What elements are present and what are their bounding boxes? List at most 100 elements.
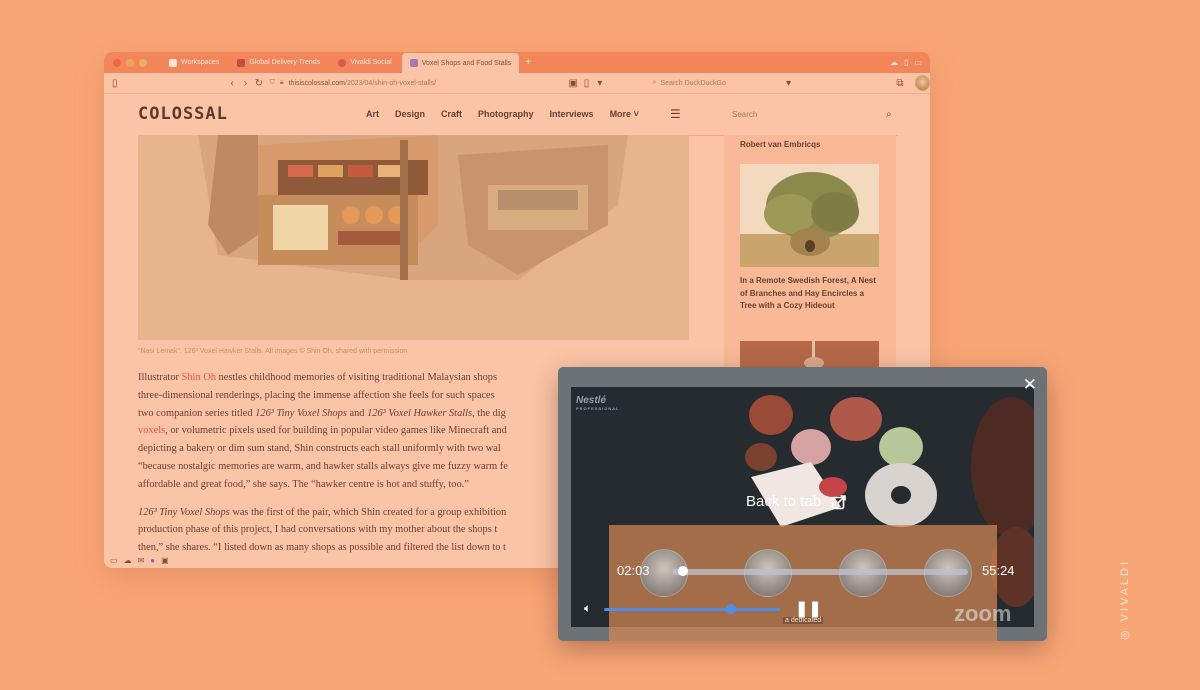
article-body: Illustrator Shin Oh nestles childhood me… [138,369,568,567]
search-icon[interactable]: ⌕ [886,109,892,120]
search-placeholder: Search DuckDuckGo [660,79,726,87]
voxel-stall-illustration [138,135,689,340]
tree-house-illustration [740,164,879,267]
nav-art[interactable]: Art [366,109,379,119]
seek-bar[interactable] [672,569,968,575]
page-icon [409,59,418,67]
volume-slider[interactable] [604,608,780,611]
sidebar-top-label[interactable]: Robert van Embricqs [740,140,820,149]
article-text: affordable and great food,” she says. Th… [138,478,469,490]
article-text: , the dig [472,407,506,419]
total-time: 55:24 [982,563,1015,578]
nav-interviews[interactable]: Interviews [550,109,594,119]
cloud-icon[interactable]: ☁ [890,58,898,67]
forward-icon[interactable]: › [239,78,252,89]
volume-icon[interactable]: 🔈︎ [584,601,591,616]
home-icon [169,58,177,67]
article-paragraph-2: 126³ Tiny Voxel Shops was the first of t… [138,504,568,557]
series-title: 126³ Voxel Hawker Stalls [367,407,473,419]
tab-label: Global Delivery Trends [249,59,321,66]
chevron-down-icon[interactable]: ▾ [593,78,606,89]
tab-global-delivery-trends[interactable]: Global Delivery Trends [229,54,328,72]
article-text: production phase of this project, I had … [138,524,498,536]
article-text: nestles childhood memories of visiting t… [215,372,498,383]
nav-photography[interactable]: Photography [478,109,534,119]
site-header: COLOSSAL Art Design Craft Photography In… [138,93,898,136]
back-to-tab-label: Back to tab [746,493,822,510]
close-icon[interactable]: ✕ [1023,375,1037,395]
new-tab-button[interactable]: + [525,57,531,68]
extensions-icon[interactable]: ⧉ [893,78,906,89]
tab-workspaces[interactable]: Workspaces [161,54,227,72]
image-caption: "Nasi Lemak", 126³ Voxel Hawker Stalls. … [138,348,408,355]
chevron-down-icon[interactable]: ▾ [782,78,795,89]
cloud-sync-icon[interactable]: ☁ [124,556,132,565]
tab-voxel-shops[interactable]: Voxel Shops and Food Stalls [401,53,520,73]
site-logo[interactable]: COLOSSAL [138,104,228,124]
search-engine-field[interactable]: ⌕ Search DuckDuckGo [653,76,758,90]
nav-more[interactable]: More ˅ [610,109,639,119]
article-text: was the first of the pair, which Shin cr… [229,506,507,518]
vivaldi-wordmark: VIVALDI [1119,558,1131,622]
reader-view-icon[interactable]: ▣ [566,78,579,89]
tabbar-right-icons: ☁ ▯ ▭ [890,58,922,67]
site-nav: Art Design Craft Photography Interviews … [366,109,639,119]
panel-icon[interactable]: ▭ [110,556,118,565]
nav-craft[interactable]: Craft [441,109,462,119]
address-bar: ▯ ‹ › ↻ ⛉ 🔒︎ thisiscolossal.com/2023/04/… [104,73,930,94]
panel-toggle-icon[interactable]: ▯ [108,78,121,89]
artist-link[interactable]: Shin Oh [182,372,216,383]
series-title: 126³ Tiny Voxel Shops [255,407,347,419]
nav-design[interactable]: Design [395,109,425,119]
bookmark-icon[interactable]: ▯ [580,78,593,89]
trash-icon[interactable]: ▯ [904,58,908,67]
sidebar-feature-image[interactable] [740,164,879,267]
back-to-tab-button[interactable]: Back to tab [746,493,847,510]
tab-label: Vivaldi Social [350,59,392,66]
mail-icon[interactable]: ✉ [138,556,145,565]
profile-avatar[interactable] [914,75,930,91]
back-icon[interactable]: ‹ [225,78,238,89]
youtube-icon [237,58,246,67]
article-text: two companion series titled [138,407,256,419]
tab-label: Voxel Shops and Food Stalls [421,59,512,67]
volume-handle[interactable] [725,604,736,614]
external-link-icon [831,494,846,509]
shield-icon: ⛉ [269,79,275,86]
url-path: /2023/04/shin-oh-voxel-stalls/ [345,79,437,87]
search-icon: ⌕ [652,79,657,86]
picture-in-picture-player[interactable]: Nestlé PROFESSIONAL ✕ Back to tab 02:03 … [558,367,1047,641]
hero-image [138,135,689,340]
vivaldi-icon [338,58,347,67]
tab-label: Workspaces [181,59,220,66]
site-search-input[interactable]: Search [732,110,757,119]
nestle-logo: Nestlé PROFESSIONAL [576,395,620,411]
window-controls [113,58,147,67]
minimize-window-button[interactable] [126,58,134,67]
pause-button[interactable]: ❚❚ [795,599,822,619]
article-paragraph-1: Illustrator Shin Oh nestles childhood me… [138,369,568,494]
article-text: Illustrator [138,372,182,383]
article-text: and [346,407,368,419]
zoom-window-button[interactable] [139,58,147,67]
article-text: depicting a bakery or dim sum stand, Shi… [138,443,501,455]
url-domain: thisiscolossal.com [288,79,346,87]
vivaldi-watermark: ◎ VIVALDI [1118,559,1131,640]
brand-subtitle: PROFESSIONAL [576,406,620,411]
seek-handle[interactable] [677,566,688,576]
article-text: , or volumetric pixels used for building… [165,425,507,437]
voxels-link[interactable]: voxels [138,425,165,436]
window-menu-icon[interactable]: ▭ [914,58,922,67]
reload-icon[interactable]: ↻ [252,78,265,89]
url-field[interactable]: ⛉ 🔒︎ thisiscolossal.com/2023/04/shin-oh-… [270,79,567,87]
tab-vivaldi-social[interactable]: Vivaldi Social [330,54,400,72]
window-icon[interactable]: ▣ [161,556,169,565]
subtitle-snippet: a dedicated [783,617,824,624]
status-circle-icon[interactable]: ● [150,556,155,565]
tab-bar: Workspaces Global Delivery Trends Vivald… [104,52,930,73]
vivaldi-logo-icon: ◎ [1119,621,1131,640]
sidebar-feature-title[interactable]: In a Remote Swedish Forest, A Nest of Br… [740,275,882,313]
close-window-button[interactable] [113,58,121,67]
hamburger-menu-icon[interactable]: ☰ [670,107,681,121]
article-text: three-dimensional renderings, placing th… [138,389,495,401]
